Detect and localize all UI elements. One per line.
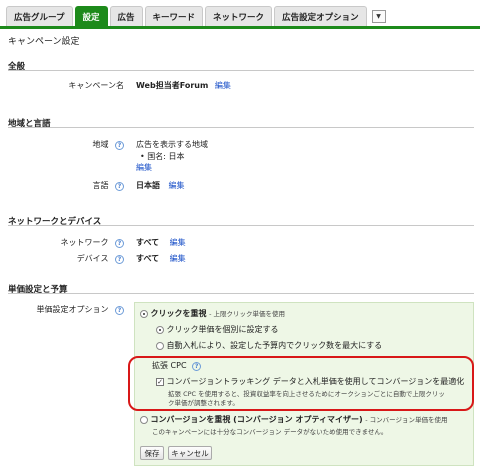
tab-keywords[interactable]: キーワード: [144, 6, 204, 26]
conversion-focus-label: コンバージョンを重視 (コンバージョン オプティマイザー): [150, 415, 363, 424]
bid-option-label: 単価設定オプション: [36, 305, 109, 314]
section-divider: [8, 225, 474, 226]
help-icon[interactable]: ?: [115, 255, 124, 264]
device-edit-link[interactable]: 編集: [170, 254, 186, 263]
click-focus-option[interactable]: クリックを重視 - 上限クリック単価を使用: [140, 308, 285, 319]
help-icon[interactable]: ?: [115, 239, 124, 248]
tab-networks[interactable]: ネットワーク: [205, 6, 273, 26]
language-edit-link[interactable]: 編集: [169, 181, 185, 190]
highlight-annotation: [128, 356, 474, 411]
campaign-name-label: キャンペーン名: [68, 81, 124, 90]
network-row: すべて 編集: [136, 237, 186, 248]
section-divider: [8, 293, 474, 294]
device-row: すべて 編集: [136, 253, 186, 264]
network-label-row: ネットワーク ?: [60, 237, 124, 248]
network-label: ネットワーク: [60, 238, 109, 247]
tab-underline: [0, 26, 480, 29]
location-desc: 広告を表示する地域: [136, 140, 208, 149]
click-focus-note: - 上限クリック単価を使用: [209, 310, 286, 318]
help-icon[interactable]: ?: [115, 141, 124, 150]
bid-option-label-row: 単価設定オプション ?: [36, 304, 124, 315]
network-value: すべて: [136, 238, 160, 247]
device-label-row: デバイス ?: [77, 253, 124, 264]
campaign-name-row: Web担当者Forum 編集: [136, 80, 231, 91]
device-value: すべて: [136, 254, 160, 263]
help-icon[interactable]: ?: [115, 182, 124, 191]
location-edit-link[interactable]: 編集: [136, 162, 152, 173]
tab-bar: 広告グループ 設定 広告 キーワード ネットワーク 広告設定オプション ▼: [6, 6, 386, 26]
click-focus-label: クリックを重視: [150, 309, 207, 318]
conversion-focus-radio[interactable]: [140, 415, 148, 424]
conversion-focus-note: - コンバージョン単価を使用: [365, 416, 448, 424]
conversion-focus-option[interactable]: コンバージョンを重視 (コンバージョン オプティマイザー) - コンバージョン単…: [140, 414, 447, 425]
country-value: 国名: 日本: [147, 152, 185, 161]
language-label-row: 言語 ?: [92, 180, 124, 191]
tab-ad-groups[interactable]: 広告グループ: [6, 6, 73, 26]
language-label: 言語: [92, 181, 109, 190]
tab-ad-extensions[interactable]: 広告設定オプション: [274, 6, 367, 26]
save-button[interactable]: 保存: [140, 446, 164, 460]
campaign-name-value: Web担当者Forum: [136, 81, 209, 90]
chevron-down-icon[interactable]: ▼: [371, 10, 386, 23]
manual-bid-label: クリック単価を個別に設定する: [166, 325, 279, 334]
manual-bid-option[interactable]: クリック単価を個別に設定する: [156, 324, 279, 335]
auto-bid-radio[interactable]: [156, 341, 164, 350]
device-label: デバイス: [76, 254, 109, 263]
help-icon[interactable]: ?: [115, 306, 124, 315]
click-focus-radio[interactable]: [140, 309, 148, 318]
language-row: 日本語 編集: [136, 180, 185, 191]
auto-bid-option[interactable]: 自動入札により、設定した予算内でクリック数を最大にする: [156, 340, 382, 351]
auto-bid-label: 自動入札により、設定した予算内でクリック数を最大にする: [166, 341, 383, 350]
location-label: 地域: [92, 140, 109, 149]
conversion-focus-description: このキャンペーンには十分なコンバージョン データがないため使用できません。: [152, 428, 388, 436]
section-divider: [8, 70, 474, 71]
location-label-row: 地域 ?: [92, 139, 124, 150]
language-value: 日本語: [136, 181, 160, 190]
manual-bid-radio[interactable]: [156, 325, 164, 334]
tab-settings[interactable]: 設定: [74, 6, 108, 26]
campaign-name-edit-link[interactable]: 編集: [215, 81, 231, 90]
section-divider: [8, 127, 474, 128]
page-title: キャンペーン設定: [8, 37, 80, 47]
tab-ads[interactable]: 広告: [109, 6, 143, 26]
cancel-button[interactable]: キャンセル: [168, 446, 212, 460]
country-list-item: • 国名: 日本: [140, 151, 185, 162]
network-edit-link[interactable]: 編集: [170, 238, 186, 247]
